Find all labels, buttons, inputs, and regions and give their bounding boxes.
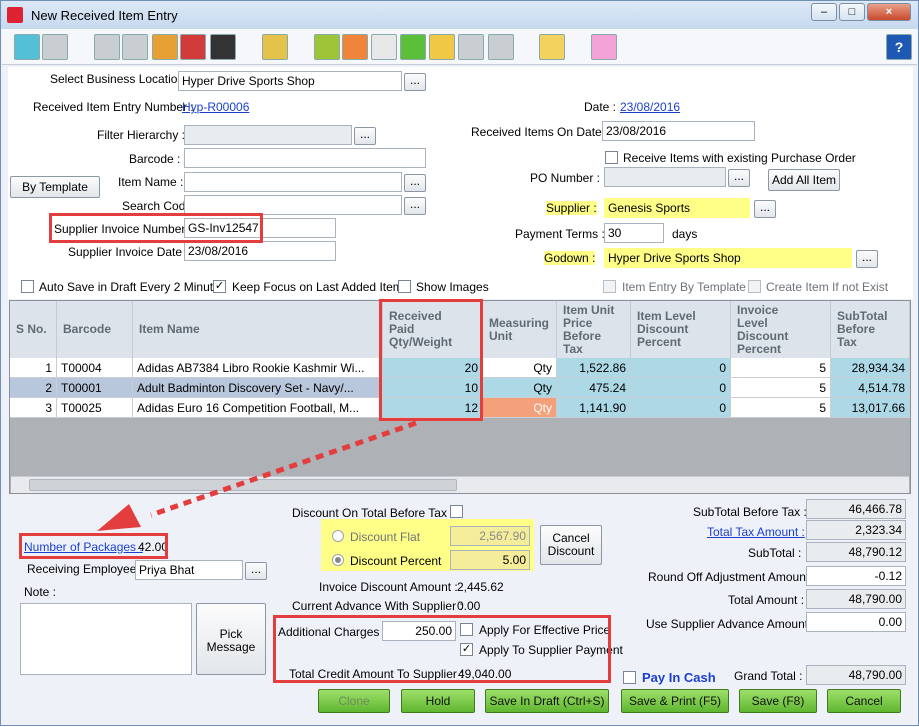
- annotation-arrow: [97, 420, 417, 531]
- app-window: New Received Item Entry – □ × ? Select B…: [0, 0, 919, 726]
